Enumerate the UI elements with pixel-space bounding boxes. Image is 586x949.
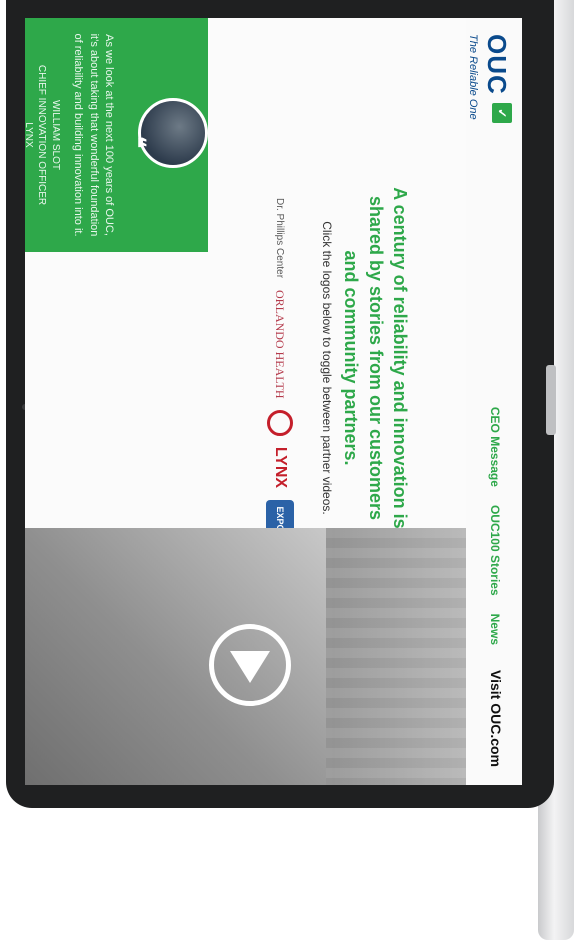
play-button[interactable] xyxy=(209,624,291,706)
person-org: LYNX xyxy=(25,122,34,148)
logo-tagline: The Reliable One xyxy=(467,34,479,120)
visit-ouc-link[interactable]: Visit OUC.com xyxy=(488,670,504,767)
testimonial-quote: As we look at the next 100 years of OUC,… xyxy=(72,33,115,237)
partner-logo-dr-phillips[interactable]: Dr. Phillips Center xyxy=(275,198,286,278)
nav-ouc100-stories[interactable]: OUC100 Stories xyxy=(488,505,502,596)
testimonial-person: WILLIAM SLOT CHIEF INNOVATION OFFICER LY… xyxy=(25,28,62,242)
nav-news[interactable]: News xyxy=(488,614,502,645)
partner-logo-orlando-health[interactable]: ORLANDO HEALTH xyxy=(273,290,288,399)
partner-logos: Dr. Phillips Center ORLANDO HEALTH LYNX … xyxy=(266,198,294,538)
quote-icon: ❝ xyxy=(125,136,150,148)
web-page: OUC ✓ The Reliable One CEO Message OUC10… xyxy=(25,18,522,785)
video-background-city xyxy=(326,528,466,785)
top-nav: CEO Message OUC100 Stories News xyxy=(488,407,502,645)
page-headline: A century of reliability and innovation … xyxy=(341,187,410,529)
site-header: OUC ✓ The Reliable One CEO Message OUC10… xyxy=(466,18,522,785)
nav-ceo-message[interactable]: CEO Message xyxy=(488,407,502,487)
partner-logo-lynx[interactable]: LYNX xyxy=(267,410,293,488)
instruction-text: Click the logos below to toggle between … xyxy=(320,221,334,515)
person-name: WILLIAM SLOT xyxy=(50,99,61,170)
logo-text: OUC xyxy=(482,34,512,95)
partner-lynx-text: LYNX xyxy=(271,446,289,489)
lynx-ring-icon xyxy=(267,410,293,437)
logo-badge-icon: ✓ xyxy=(492,103,512,124)
ouc-logo[interactable]: OUC ✓ The Reliable One xyxy=(467,34,512,124)
device-side-button xyxy=(546,365,556,435)
play-icon xyxy=(230,651,270,683)
person-title: CHIEF INNOVATION OFFICER xyxy=(36,64,48,206)
screen-viewport: OUC ✓ The Reliable One CEO Message OUC10… xyxy=(25,18,522,785)
video-panel[interactable] xyxy=(25,528,466,785)
